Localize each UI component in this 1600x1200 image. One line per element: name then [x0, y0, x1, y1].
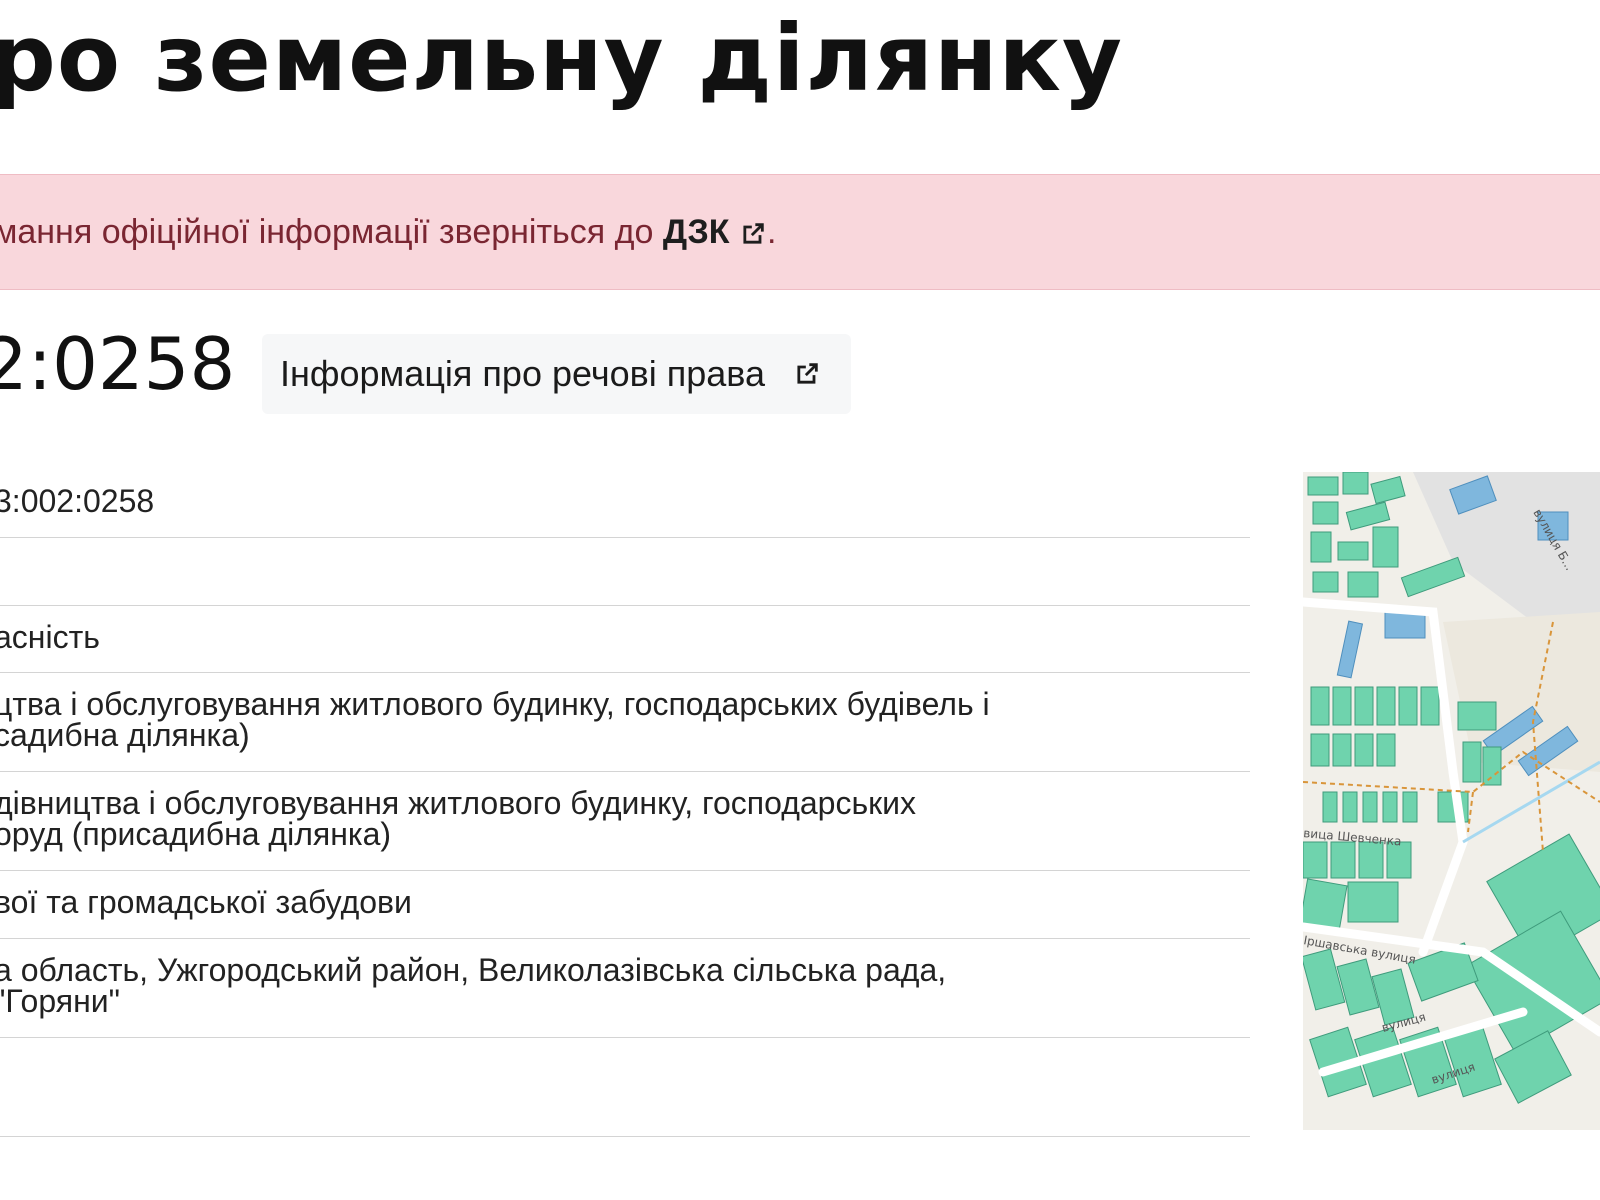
property-rights-button[interactable]: Інформація про речові права [262, 334, 851, 414]
map-canvas: вулиця Б... вица Шевченка Іршавська вули… [1303, 472, 1600, 1130]
dzk-link[interactable]: ДЗК [663, 213, 767, 251]
alert-period: . [766, 213, 777, 251]
external-link-icon [797, 363, 818, 384]
property-rights-label: Інформація про речові права [280, 353, 765, 394]
info-row-cadastral-number: 3:002:0258 [0, 470, 1250, 538]
info-row-empty [0, 538, 1250, 606]
info-row-address: а область, Ужгородський район, Великолаз… [0, 939, 1250, 1038]
info-row-land-category: вої та громадської забудови [0, 871, 1250, 939]
info-row-empty-last [0, 1038, 1250, 1137]
alert-message: мання офіційної інформації зверніться до [0, 213, 663, 251]
dzk-link-label: ДЗК [662, 213, 730, 251]
info-row-purpose: цтва і обслуговування житлового будинку,… [0, 673, 1250, 772]
cadastral-number-heading: 2:0258 [0, 322, 236, 406]
external-link-icon [743, 223, 764, 244]
info-row-purpose-detail: дівництва і обслуговування житлового буд… [0, 772, 1250, 871]
info-alert: мання офіційної інформації зверніться до… [0, 174, 1600, 290]
info-row-ownership: асність [0, 606, 1250, 673]
page-title: ро земельну ділянку [0, 5, 1123, 112]
parcel-info-list: 3:002:0258 асність цтва і обслуговування… [0, 470, 1250, 1137]
alert-text: мання офіційної інформації зверніться до… [0, 213, 776, 252]
parcel-map[interactable]: вулиця Б... вица Шевченка Іршавська вули… [1303, 472, 1600, 1130]
